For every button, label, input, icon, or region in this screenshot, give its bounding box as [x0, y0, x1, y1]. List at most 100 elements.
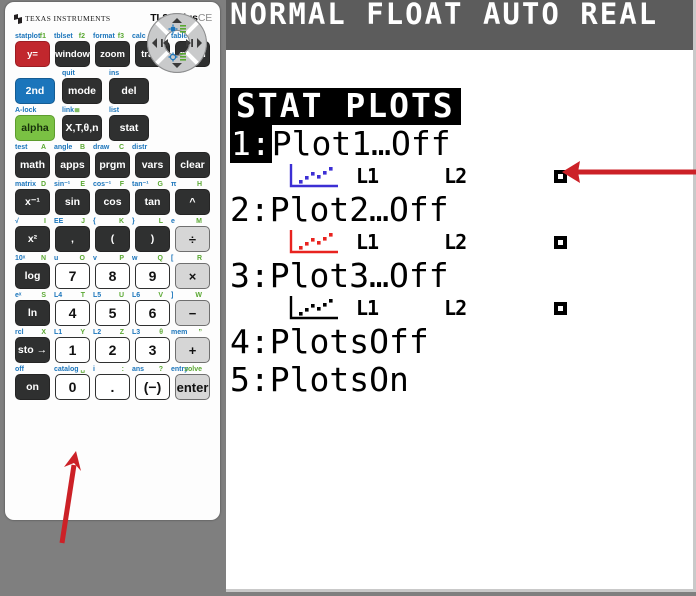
key-label-group: L3 θ [132, 328, 171, 337]
key-label-group: distr [132, 143, 171, 152]
key-[interactable]: ( [95, 226, 130, 252]
key-row-math-row: test Aangle Bdraw Cdistr math apps prgm vars cle… [5, 141, 220, 178]
key-label-group: quit [62, 69, 109, 78]
key-label-group: vP [93, 254, 132, 263]
second-function-label: L6 [132, 292, 141, 299]
page-title: STAT PLOTS [230, 88, 461, 125]
key-cos[interactable]: cos [95, 189, 130, 215]
key-row-buttons: alpha X,T,θ,n stat [5, 115, 220, 141]
key-3[interactable]: 3 [135, 337, 170, 363]
key-clear[interactable]: clear [175, 152, 210, 178]
key-[interactable]: , [55, 226, 90, 252]
key-alpha[interactable]: alpha [15, 115, 55, 141]
key-log[interactable]: log [15, 263, 50, 289]
key-del[interactable]: del [109, 78, 149, 104]
key-ln[interactable]: ln [15, 300, 50, 326]
menu-item[interactable]: 1: Plot1…Off [230, 125, 693, 163]
second-function-label: [ [171, 255, 174, 262]
menu-item[interactable]: 5: PlotsOn [230, 361, 693, 399]
second-function-label: ins [109, 70, 120, 77]
alpha-function-label: ≣ [74, 107, 80, 114]
second-function-label: ans [132, 366, 145, 373]
key-[interactable]: ) [135, 226, 170, 252]
key-1[interactable]: 1 [55, 337, 90, 363]
alpha-function-label: W [195, 292, 202, 299]
menu-item-label: PlotsOff [269, 322, 429, 361]
alpha-function-label: ” [198, 329, 203, 336]
key-label-group: test A [15, 143, 54, 152]
key-row-labels: eˣ S L4 T L5 U L6 V] W [5, 289, 220, 300]
key-row-123-row: rcl X L1 Y L2 Z L3 θ mem” sto → 1 2 3 + [5, 326, 220, 363]
second-function-label: format [93, 33, 115, 40]
key-apps[interactable]: apps [55, 152, 90, 178]
second-function-label: L2 [93, 329, 102, 336]
screen-status-bar: NORMAL FLOAT AUTO REAL [226, 0, 693, 50]
key-2[interactable]: 2 [95, 337, 130, 363]
key-label-group: sin⁻¹ E [54, 180, 93, 189]
key-[interactable]: ^ [175, 189, 210, 215]
square-marker-icon [554, 235, 568, 249]
key-label-group: format f3 [93, 32, 132, 41]
directional-pad[interactable] [144, 10, 210, 76]
key-7[interactable]: 7 [55, 263, 90, 289]
menu-item[interactable]: 2: Plot2…Off [230, 190, 693, 229]
menu-item-label: Plot2…Off [269, 190, 449, 229]
key-[interactable]: + [175, 337, 210, 363]
key-label-group: πH [171, 180, 210, 189]
key-row-labels: rcl X L1 Y L2 Z L3 θ mem ” [5, 326, 220, 337]
alpha-function-label: : [121, 366, 124, 373]
key-enter[interactable]: enter [175, 374, 210, 400]
key-stat[interactable]: stat [109, 115, 149, 141]
key-row-labels: test Aangle Bdraw Cdistr [5, 141, 220, 152]
key-6[interactable]: 6 [135, 300, 170, 326]
key-label-group: angle B [54, 143, 93, 152]
alpha-function-label: P [119, 255, 124, 262]
key-tan[interactable]: tan [135, 189, 170, 215]
alpha-function-label: C [118, 144, 124, 151]
xlist-label: L1 [356, 230, 379, 254]
second-function-label: distr [132, 144, 148, 151]
alpha-function-label: U [118, 292, 124, 299]
key-vars[interactable]: vars [135, 152, 170, 178]
key-[interactable]: (−) [135, 374, 170, 400]
key-window[interactable]: window [55, 41, 90, 67]
key-9[interactable]: 9 [135, 263, 170, 289]
scatter-plot-icon [289, 164, 338, 188]
key-5[interactable]: 5 [95, 300, 130, 326]
alpha-function-label: D [40, 181, 46, 188]
key-row-paren-row: √ I EE J{K} Le Mx²,() ÷ [5, 215, 220, 252]
second-function-label: tblset [54, 33, 73, 40]
key-sin[interactable]: sin [55, 189, 90, 215]
key-row-buttons: log 7 8 9 × [5, 263, 220, 289]
second-function-label: } [132, 218, 135, 225]
second-function-label: e [171, 218, 175, 225]
alpha-function-label: V [158, 292, 163, 299]
key-[interactable]: × [175, 263, 210, 289]
key-y[interactable]: y= [15, 41, 50, 67]
key-[interactable]: − [175, 300, 210, 326]
key-0[interactable]: 0 [55, 374, 90, 400]
key-row-labels: off catalog ␣ i: ans? entry solve [5, 363, 220, 374]
key-xtn[interactable]: X,T,θ,n [62, 115, 102, 141]
key-8[interactable]: 8 [95, 263, 130, 289]
key-math[interactable]: math [15, 152, 50, 178]
key-2nd[interactable]: 2nd [15, 78, 55, 104]
key-x[interactable]: x² [15, 226, 50, 252]
key-on[interactable]: on [15, 374, 50, 400]
key-row-buttons: x⁻¹ sin cos tan ^ [5, 189, 220, 215]
key-[interactable]: ÷ [175, 226, 210, 252]
key-prgm[interactable]: prgm [95, 152, 130, 178]
key-[interactable]: . [95, 374, 130, 400]
key-sto[interactable]: sto → [15, 337, 50, 363]
menu-item[interactable]: 3: Plot3…Off [230, 257, 693, 295]
key-x[interactable]: x⁻¹ [15, 189, 50, 215]
menu-item[interactable]: 4: PlotsOff [230, 322, 693, 361]
key-4[interactable]: 4 [55, 300, 90, 326]
key-mode[interactable]: mode [62, 78, 102, 104]
key-label-group: eM [171, 217, 210, 226]
key-label-group: mem ” [171, 328, 210, 337]
alpha-function-label: ␣ [80, 366, 85, 373]
key-zoom[interactable]: zoom [95, 41, 130, 67]
second-function-label: L4 [54, 292, 63, 299]
key-row-789-row: 10ˣ Nu Ov Pw Q[Rlog 7 8 9 × [5, 252, 220, 289]
